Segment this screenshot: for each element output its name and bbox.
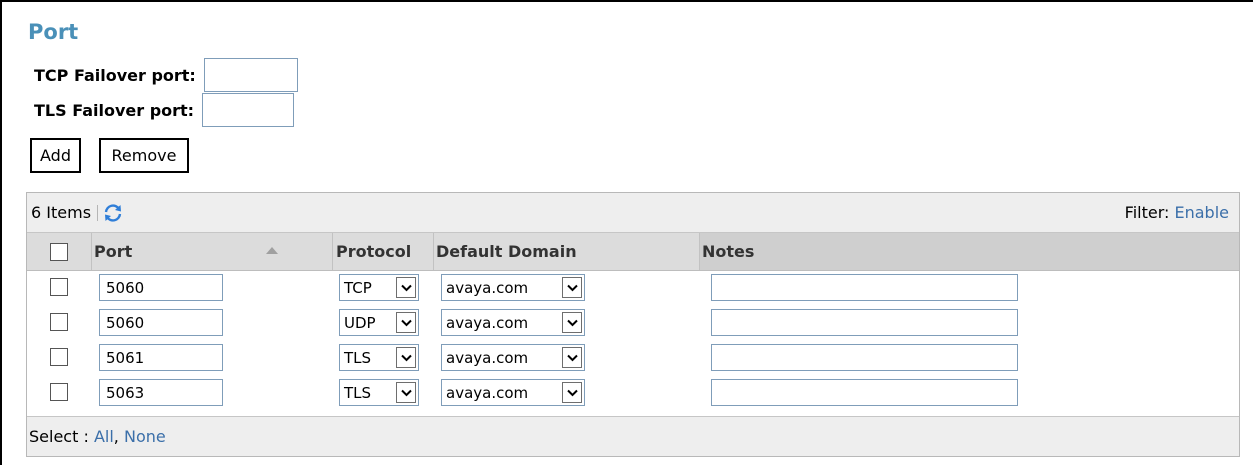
column-header-port-label: Port xyxy=(94,242,133,261)
chevron-down-icon xyxy=(562,312,582,333)
table-row: TLS avaya.com xyxy=(27,341,1239,376)
select-label: Select : xyxy=(29,427,89,446)
chevron-down-icon xyxy=(396,277,416,298)
table-row: UDP avaya.com xyxy=(27,306,1239,341)
notes-input[interactable] xyxy=(711,379,1018,406)
row-checkbox[interactable] xyxy=(50,383,68,401)
port-input[interactable] xyxy=(99,344,223,371)
domain-select[interactable]: avaya.com xyxy=(441,379,585,406)
sort-ascending-icon xyxy=(266,247,278,254)
column-header-protocol[interactable]: Protocol xyxy=(332,233,434,270)
port-input[interactable] xyxy=(99,274,223,301)
notes-input[interactable] xyxy=(711,309,1018,336)
chevron-down-icon xyxy=(562,347,582,368)
column-header-default-domain[interactable]: Default Domain xyxy=(433,233,700,270)
item-count: 6 Items xyxy=(31,203,92,222)
protocol-select[interactable]: UDP xyxy=(339,309,419,336)
protocol-select[interactable]: TLS xyxy=(339,379,419,406)
port-input[interactable] xyxy=(99,379,223,406)
domain-value: avaya.com xyxy=(446,383,529,402)
protocol-value: TLS xyxy=(344,383,372,402)
tcp-failover-row: TCP Failover port: xyxy=(34,58,298,92)
tcp-failover-label: TCP Failover port: xyxy=(34,65,196,85)
filter-enable-link[interactable]: Enable xyxy=(1175,203,1230,222)
tls-failover-label: TLS Failover port: xyxy=(34,100,195,120)
port-grid: 6 Items Filter: Enable Port Protocol Def… xyxy=(26,192,1240,457)
protocol-value: UDP xyxy=(344,313,376,332)
select-all-link[interactable]: All xyxy=(94,427,114,446)
domain-select[interactable]: avaya.com xyxy=(441,274,585,301)
table-row: TLS avaya.com xyxy=(27,376,1239,411)
filter-label: Filter: xyxy=(1124,203,1170,222)
filter-control: Filter: Enable xyxy=(1125,203,1229,222)
chevron-down-icon xyxy=(562,382,582,403)
domain-value: avaya.com xyxy=(446,278,529,297)
domain-select[interactable]: avaya.com xyxy=(441,309,585,336)
notes-input[interactable] xyxy=(711,274,1018,301)
add-button[interactable]: Add xyxy=(30,138,81,173)
column-header-port[interactable]: Port xyxy=(91,233,333,270)
column-header-default-domain-label: Default Domain xyxy=(436,242,577,261)
remove-button[interactable]: Remove xyxy=(99,138,189,173)
domain-select[interactable]: avaya.com xyxy=(441,344,585,371)
section-title: Port xyxy=(28,20,79,44)
chevron-down-icon xyxy=(396,347,416,368)
select-none-link[interactable]: None xyxy=(124,427,166,446)
tcp-failover-input[interactable] xyxy=(203,58,298,92)
protocol-select[interactable]: TCP xyxy=(339,274,419,301)
row-checkbox[interactable] xyxy=(50,313,68,331)
tls-failover-row: TLS Failover port: xyxy=(34,93,295,127)
protocol-value: TCP xyxy=(344,278,372,297)
table-row: TCP avaya.com xyxy=(27,271,1239,306)
chevron-down-icon xyxy=(396,312,416,333)
grid-header: Port Protocol Default Domain Notes xyxy=(27,233,1239,271)
column-header-notes[interactable]: Notes xyxy=(699,233,1239,270)
select-all-checkbox[interactable] xyxy=(50,243,68,261)
chevron-down-icon xyxy=(562,277,582,298)
protocol-select[interactable]: TLS xyxy=(339,344,419,371)
notes-input[interactable] xyxy=(711,344,1018,371)
domain-value: avaya.com xyxy=(446,313,529,332)
tls-failover-input[interactable] xyxy=(202,93,295,127)
toolbar-divider xyxy=(97,204,99,221)
port-input[interactable] xyxy=(99,309,223,336)
domain-value: avaya.com xyxy=(446,348,529,367)
column-header-protocol-label: Protocol xyxy=(336,242,412,261)
grid-toolbar: 6 Items Filter: Enable xyxy=(27,193,1239,233)
row-checkbox[interactable] xyxy=(50,278,68,296)
grid-footer: Select : All, None xyxy=(27,416,1239,456)
column-header-notes-label: Notes xyxy=(702,242,755,261)
protocol-value: TLS xyxy=(344,348,372,367)
select-separator: , xyxy=(113,427,119,446)
chevron-down-icon xyxy=(396,382,416,403)
row-checkbox[interactable] xyxy=(50,348,68,366)
refresh-icon[interactable] xyxy=(102,202,124,224)
